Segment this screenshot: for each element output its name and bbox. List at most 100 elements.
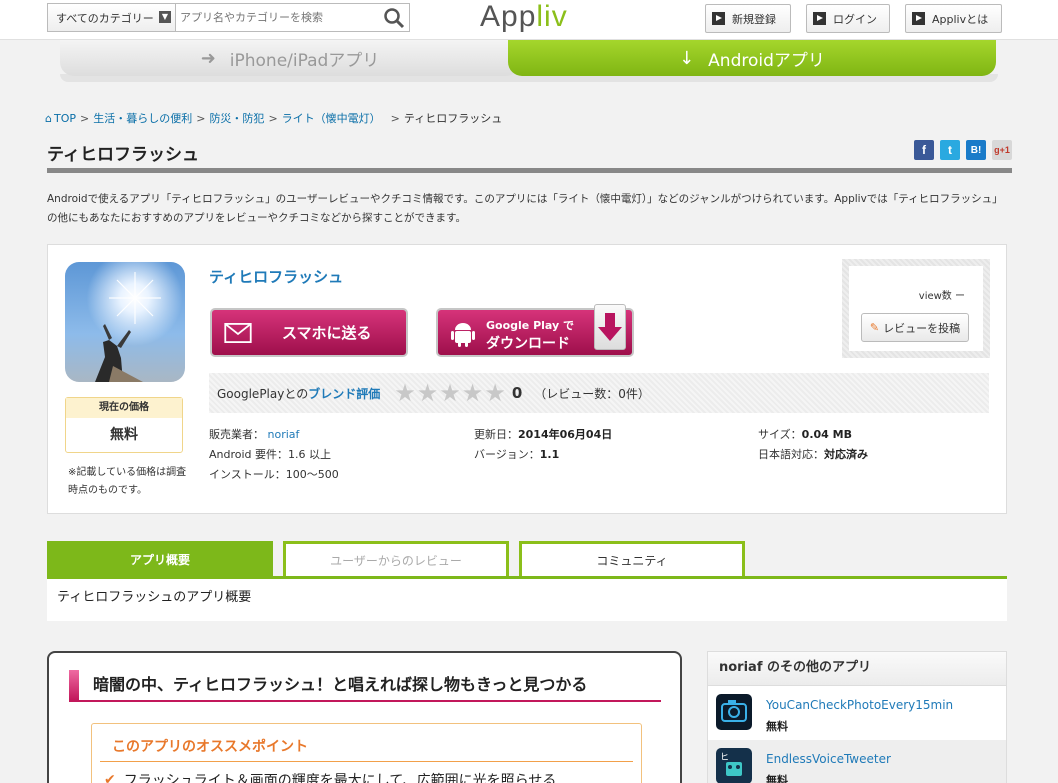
install-count: インストール：100～500 [209, 468, 339, 481]
other-app-name[interactable]: EndlessVoiceTweeter [766, 752, 891, 766]
login-label: ログイン [833, 12, 877, 26]
list-item[interactable]: ヒ EndlessVoiceTweeter 無料 [708, 740, 1006, 783]
tab-user-reviews[interactable]: ユーザーからのレビュー [283, 541, 509, 577]
view-count-box: view数 ー ✎ レビューを投稿 [842, 259, 990, 358]
gplus-share-icon[interactable]: g+1 [992, 140, 1012, 160]
recommend-point-text: フラッシュライト＆画面の輝度を最大にして、広範囲に光を照らせる [123, 773, 557, 783]
article-box: 暗闇の中、ティヒロフラッシュ！と唱えれば探し物もきっと見つかる このアプリのオス… [47, 651, 682, 783]
other-app-name[interactable]: YouCanCheckPhotoEvery15min [766, 698, 953, 712]
article-title: 暗闇の中、ティヒロフラッシュ！と唱えれば探し物もきっと見つかる [69, 668, 661, 702]
star-icon: ★ [484, 379, 506, 407]
page-description: Androidで使えるアプリ「ティヒロフラッシュ」のユーザーレビューやクチコミ情… [47, 193, 1003, 224]
breadcrumb-top[interactable]: TOP [54, 112, 76, 125]
breadcrumb-lifestyle[interactable]: 生活・暮らしの便利 [93, 110, 192, 126]
breadcrumb-sep: > [80, 111, 90, 125]
facebook-share-icon[interactable]: f [914, 140, 934, 160]
breadcrumb-sep: > [390, 111, 400, 125]
logo-main: App [480, 0, 537, 33]
about-label: Applivとは [932, 12, 989, 26]
search-bar: すべてのカテゴリー ▼ [47, 3, 410, 32]
rating-prefix: GooglePlayとの [217, 386, 309, 401]
google-play-line2: ダウンロード [486, 336, 570, 352]
breadcrumb-light[interactable]: ライト（懐中電灯） [282, 110, 381, 126]
overview-title: ティヒロフラッシュのアプリ概要 [47, 579, 1007, 621]
app-icon-image [65, 262, 185, 382]
recommend-point: ✔ フラッシュライト＆画面の輝度を最大にして、広範囲に光を照らせる [104, 770, 556, 783]
tab-iphone-label: iPhone/iPadアプリ [229, 50, 380, 71]
list-item[interactable]: YouCanCheckPhotoEvery15min 無料 [708, 686, 1006, 736]
star-icon: ★ [439, 379, 461, 407]
twitter-share-icon[interactable]: t [940, 140, 960, 160]
tab-community[interactable]: コミュニティ [519, 541, 745, 577]
view-count-label: view数 ー [918, 291, 965, 302]
seller-label: 販売業者： [209, 428, 264, 441]
post-review-label: レビューを投稿 [883, 321, 961, 335]
post-review-button[interactable]: ✎ レビューを投稿 [861, 313, 969, 342]
register-label: 新規登録 [732, 12, 776, 26]
register-button[interactable]: 新規登録 [705, 4, 791, 33]
hatena-share-icon[interactable]: B! [966, 140, 986, 160]
version-label: バージョン： [474, 448, 540, 461]
japanese-support-value: 対応済み [824, 448, 868, 461]
price-value: 無料 [110, 427, 138, 443]
blend-rating-link[interactable]: ブレンド評価 [308, 385, 380, 402]
app-name[interactable]: ティヒロフラッシュ [209, 266, 343, 287]
google-play-download-button[interactable]: Google Play で ダウンロード [436, 304, 634, 357]
breadcrumb: ⌂ TOP > 生活・暮らしの便利 > 防災・防犯 > ライト（懐中電灯） > … [45, 110, 502, 126]
star-icon: ★ [416, 379, 439, 407]
price-box: 現在の価格 無料 [65, 397, 183, 453]
download-arrow-icon [594, 304, 626, 350]
recommend-box: このアプリのオススメポイント ✔ フラッシュライト＆画面の輝度を最大にして、広範囲… [91, 723, 642, 783]
app-icon [65, 262, 185, 382]
version-info: バージョン：1.1 [474, 446, 559, 462]
tab-iphone[interactable]: ➜ iPhone/iPadアプリ [60, 40, 520, 76]
play-icon [813, 12, 826, 25]
send-to-phone-button[interactable]: スマホに送る [210, 308, 408, 357]
breadcrumb-sep: > [196, 111, 206, 125]
size-value: 0.04 MB [801, 428, 852, 441]
android-requirement: Android 要件：1.6 以上 [209, 448, 332, 461]
updated-label: 更新日： [474, 428, 518, 441]
check-icon: ✔ [104, 772, 116, 783]
android-icon [451, 323, 475, 347]
envelope-icon [224, 322, 252, 343]
login-button[interactable]: ログイン [806, 4, 890, 33]
robot-app-icon: ヒ [716, 748, 752, 783]
breadcrumb-disaster[interactable]: 防災・防犯 [209, 110, 264, 126]
home-icon: ⌂ [45, 111, 52, 125]
send-to-phone-label: スマホに送る [282, 324, 372, 342]
other-apps-sidebar: noriaf のその他のアプリ YouCanCheckPhotoEvery15m… [707, 651, 1007, 783]
version-value: 1.1 [539, 448, 560, 461]
about-button[interactable]: Applivとは [905, 4, 1002, 33]
rating-score: 0 [511, 384, 523, 402]
tab-android-label: Androidアプリ [708, 50, 825, 71]
app-info-box: 現在の価格 無料 ※記載している価格は調査時点のものです。 ティヒロフラッシュ … [47, 244, 1007, 514]
tab-android[interactable]: ↓ Androidアプリ [508, 40, 996, 76]
seller-link[interactable]: noriaf [268, 428, 300, 441]
breadcrumb-current: ティヒロフラッシュ [403, 112, 503, 125]
svg-text:ヒ: ヒ [720, 752, 729, 763]
search-button[interactable] [379, 4, 409, 31]
rating-stars: ★ ★ ★ ★ ★ [394, 381, 506, 405]
play-icon [712, 12, 725, 25]
price-label: 現在の価格 [66, 398, 182, 418]
google-play-line1: Google Play で [486, 319, 574, 332]
star-icon: ★ [461, 379, 484, 407]
updated-value: 2014年06月04日 [518, 428, 613, 441]
arrow-right-icon: ➜ [200, 47, 216, 69]
star-icon: ★ [394, 379, 416, 407]
appliv-logo[interactable]: Appliv [480, 0, 568, 34]
category-select[interactable]: すべてのカテゴリー ▼ [48, 4, 176, 31]
breadcrumb-sep: > [268, 111, 278, 125]
chevron-down-icon: ▼ [159, 11, 171, 23]
tab-app-overview[interactable]: アプリ概要 [47, 541, 273, 577]
review-count: （レビュー数：0件） [534, 386, 650, 401]
page-title: ティヒロフラッシュ [47, 145, 199, 165]
camera-app-icon [716, 694, 752, 730]
search-icon [384, 7, 405, 28]
japanese-support-label: 日本語対応： [758, 448, 824, 461]
search-input[interactable] [176, 4, 379, 31]
arrow-down-icon: ↓ [679, 47, 695, 69]
play-icon [912, 12, 925, 25]
sidebar-title: noriaf のその他のアプリ [708, 652, 1006, 686]
